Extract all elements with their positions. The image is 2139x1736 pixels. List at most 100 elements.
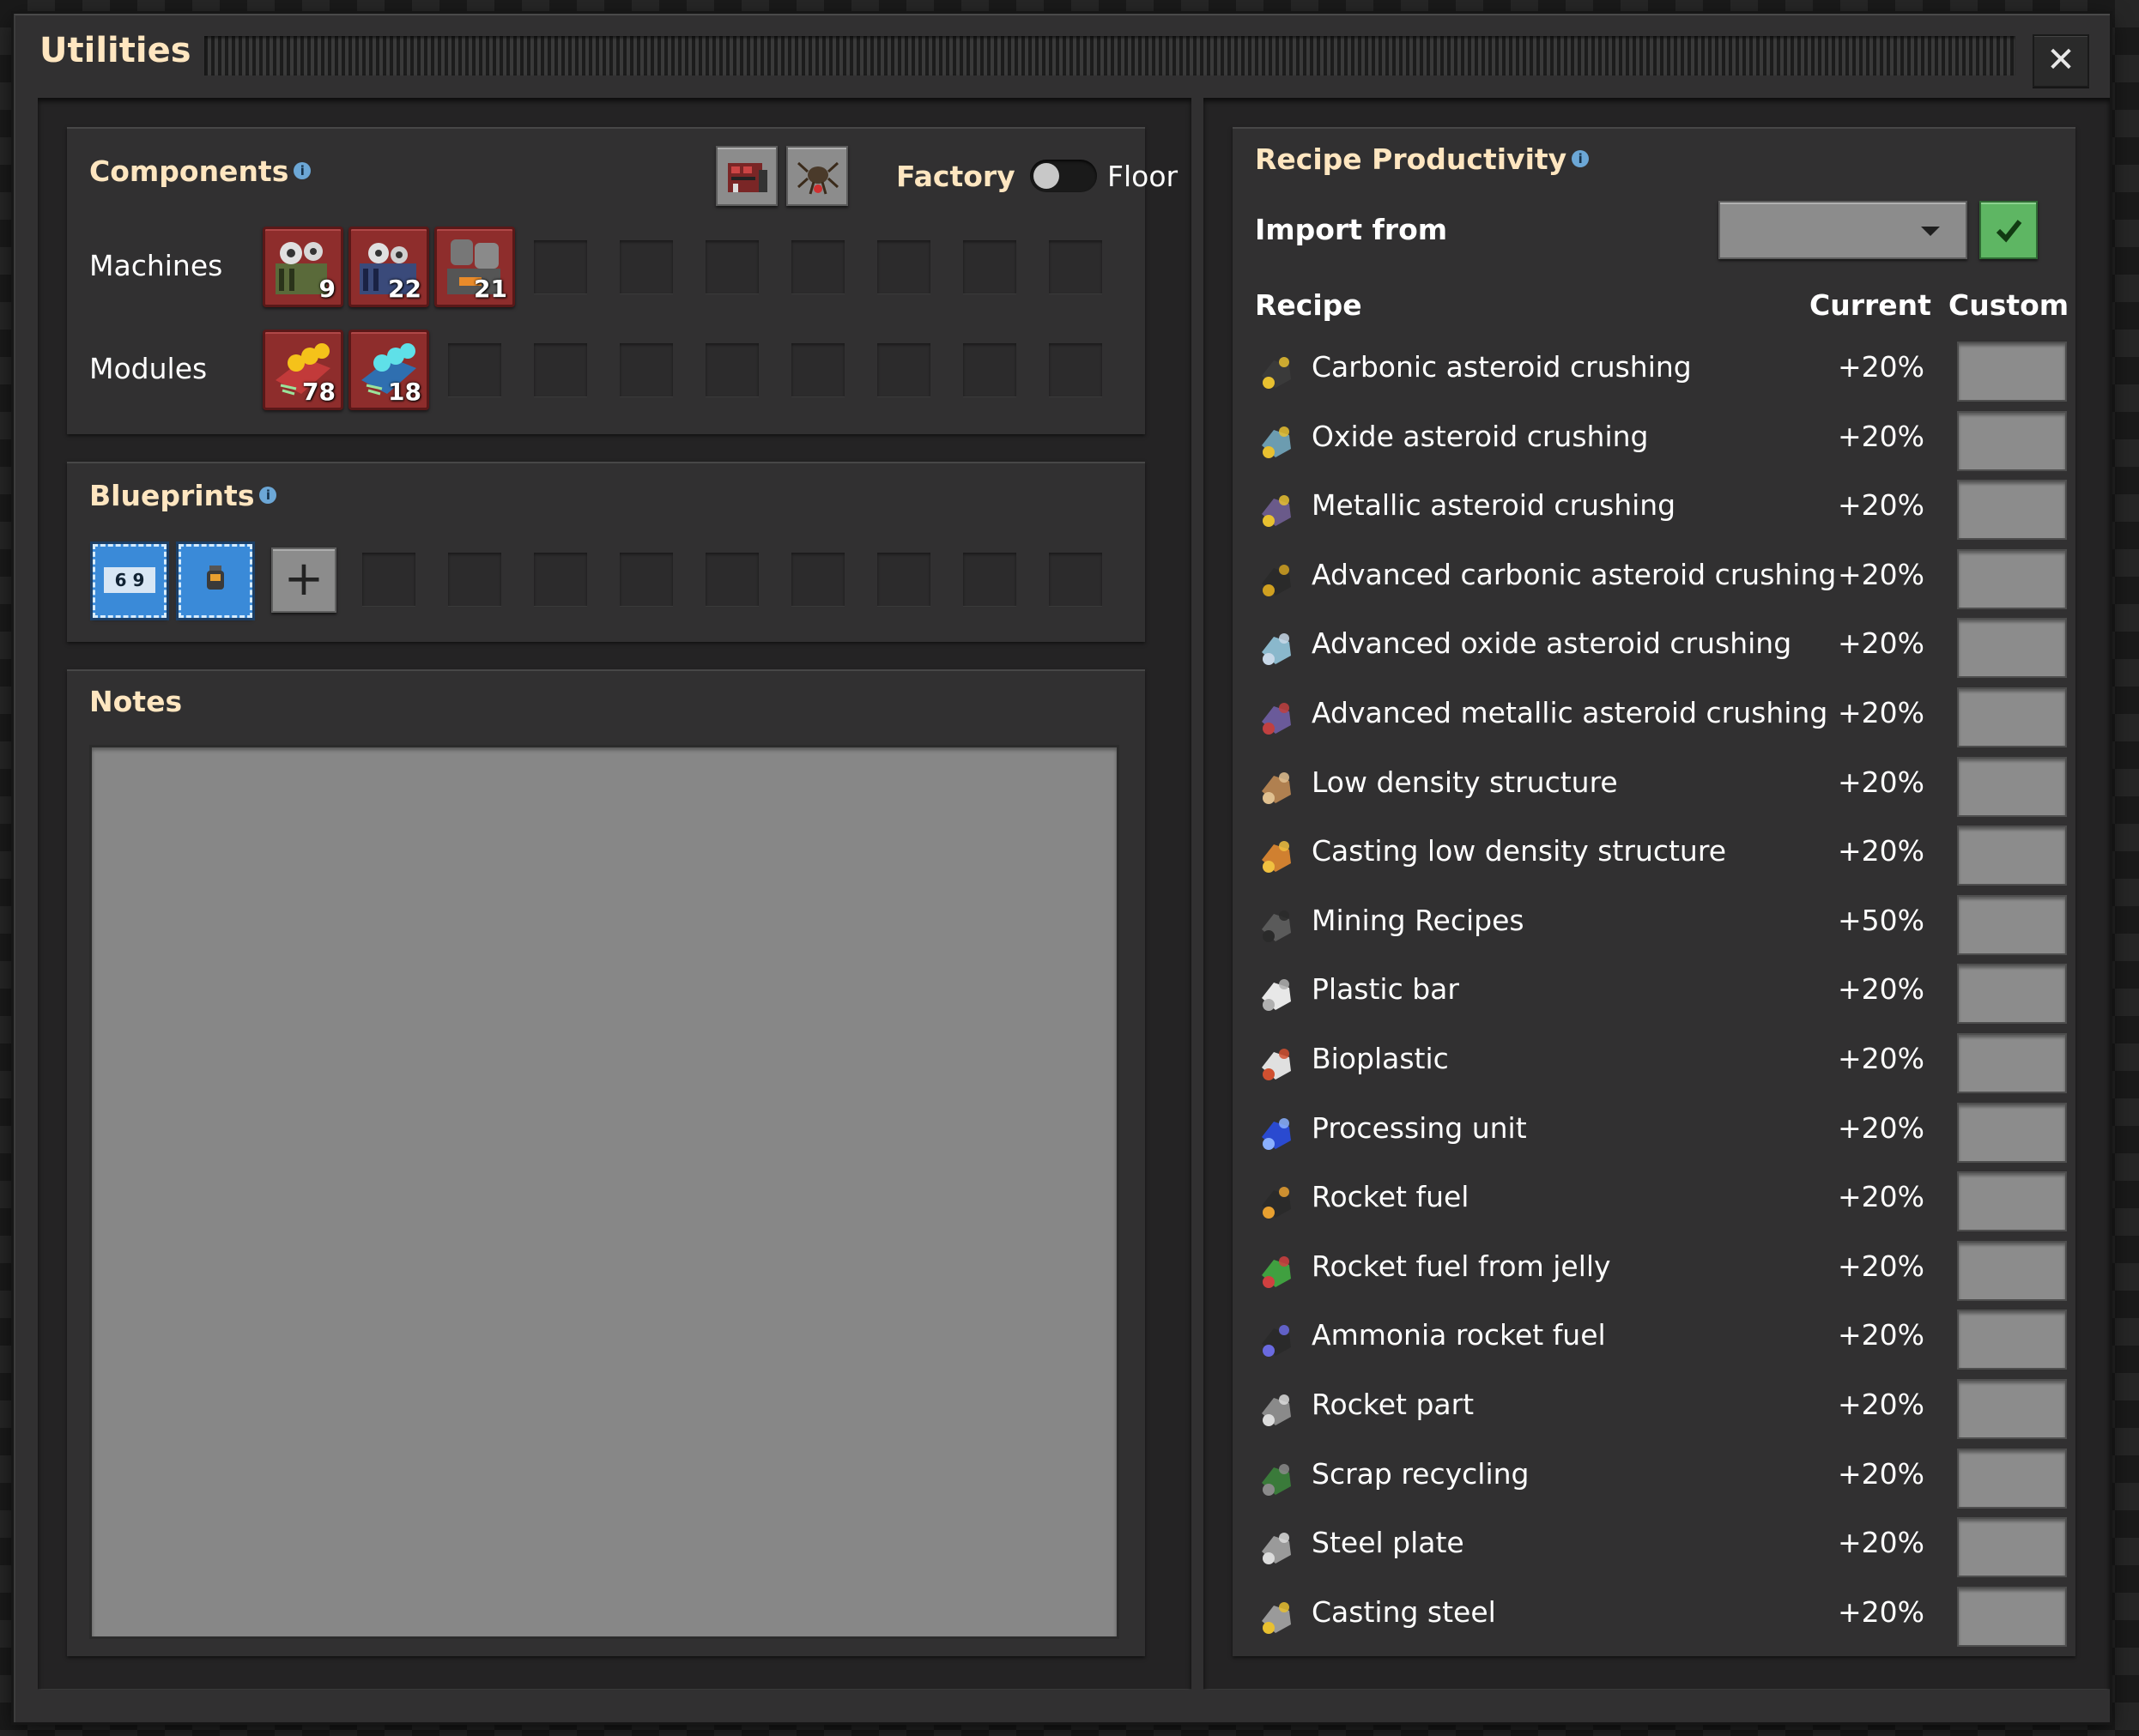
empty-slot[interactable] xyxy=(448,553,501,606)
empty-slot[interactable] xyxy=(963,240,1016,293)
metallic-asteroid-icon xyxy=(1262,495,1291,528)
custom-productivity-input[interactable] xyxy=(1957,410,2067,471)
factory-tool-button[interactable] xyxy=(716,146,778,206)
recipe-name: Advanced oxide asteroid crushing xyxy=(1312,626,1792,661)
empty-slot[interactable] xyxy=(791,553,845,606)
empty-slot[interactable] xyxy=(534,553,587,606)
info-icon[interactable]: i xyxy=(294,161,312,179)
current-productivity: +20% xyxy=(1838,1526,1924,1560)
current-productivity: +20% xyxy=(1838,1388,1924,1421)
recipe-row: Processing unit +20% xyxy=(1255,1098,2067,1166)
custom-productivity-input[interactable] xyxy=(1957,1102,2067,1163)
custom-productivity-input[interactable] xyxy=(1957,1448,2067,1509)
empty-slot[interactable] xyxy=(706,343,759,396)
empty-slot[interactable] xyxy=(620,240,673,293)
recipe-name: Ammonia rocket fuel xyxy=(1312,1318,1606,1352)
custom-productivity-input[interactable] xyxy=(1957,1240,2067,1301)
empty-slot[interactable] xyxy=(448,343,501,396)
empty-slot[interactable] xyxy=(534,343,587,396)
recipe-list: Carbonic asteroid crushing +20% Oxide aste… xyxy=(1255,336,2067,1649)
empty-slot[interactable] xyxy=(620,343,673,396)
recipe-name: Metallic asteroid crushing xyxy=(1312,488,1676,523)
custom-productivity-input[interactable] xyxy=(1957,1586,2067,1647)
module-slot-productivity[interactable]: 78 xyxy=(263,330,343,410)
carbonic-asteroid-icon xyxy=(1262,357,1291,389)
biter-icon xyxy=(797,161,839,195)
empty-slot[interactable] xyxy=(791,343,845,396)
add-blueprint-button[interactable]: + xyxy=(271,547,336,613)
close-button[interactable]: ✕ xyxy=(2033,34,2089,88)
recipe-productivity-title-text: Recipe Productivity xyxy=(1255,142,1567,176)
empty-slot[interactable] xyxy=(1049,553,1102,606)
recipe-row: Rocket fuel +20% xyxy=(1255,1166,2067,1235)
recipe-row: Steel plate +20% xyxy=(1255,1512,2067,1581)
components-title-text: Components xyxy=(89,154,289,188)
machine-slot-foundry[interactable]: 21 xyxy=(434,227,515,307)
recipe-name: Carbonic asteroid crushing xyxy=(1312,350,1692,384)
blueprints-title-text: Blueprints xyxy=(89,479,255,512)
info-icon[interactable]: i xyxy=(1572,149,1590,167)
custom-productivity-input[interactable] xyxy=(1957,1033,2067,1093)
empty-slot[interactable] xyxy=(620,553,673,606)
oxide-asteroid-icon xyxy=(1262,426,1291,458)
recipe-row: Plastic bar +20% xyxy=(1255,959,2067,1027)
drag-handle[interactable] xyxy=(204,36,2015,76)
blueprint-robot-icon xyxy=(207,566,224,590)
empty-slot[interactable] xyxy=(791,240,845,293)
factory-floor-switch[interactable] xyxy=(1030,160,1097,192)
custom-productivity-input[interactable] xyxy=(1957,342,2067,402)
notes-title: Notes xyxy=(89,685,183,718)
custom-productivity-input[interactable] xyxy=(1957,1379,2067,1439)
empty-slot[interactable] xyxy=(1049,343,1102,396)
empty-slot[interactable] xyxy=(963,343,1016,396)
empty-slot[interactable] xyxy=(877,553,930,606)
custom-column-header: Custom xyxy=(1948,288,2069,322)
custom-productivity-input[interactable] xyxy=(1957,826,2067,886)
empty-slot[interactable] xyxy=(362,553,415,606)
custom-productivity-input[interactable] xyxy=(1957,618,2067,679)
components-title: Components i xyxy=(89,154,312,188)
module-count: 78 xyxy=(302,378,336,406)
custom-productivity-input[interactable] xyxy=(1957,1310,2067,1370)
custom-productivity-input[interactable] xyxy=(1957,1171,2067,1232)
notes-textarea[interactable] xyxy=(89,745,1119,1639)
custom-productivity-input[interactable] xyxy=(1957,894,2067,955)
module-slot-speed[interactable]: 18 xyxy=(348,330,429,410)
custom-productivity-input[interactable] xyxy=(1957,1517,2067,1578)
blueprints-title: Blueprints i xyxy=(89,479,277,512)
empty-slot[interactable] xyxy=(877,240,930,293)
custom-productivity-input[interactable] xyxy=(1957,964,2067,1025)
machine-slot-electromagnetic[interactable]: 22 xyxy=(348,227,429,307)
empty-slot[interactable] xyxy=(706,553,759,606)
title-bar[interactable]: Utilities ✕ xyxy=(15,15,2110,98)
current-productivity: +20% xyxy=(1838,1456,1924,1491)
empty-slot[interactable] xyxy=(877,343,930,396)
current-productivity: +20% xyxy=(1838,696,1924,729)
custom-productivity-input[interactable] xyxy=(1957,756,2067,817)
current-productivity: +20% xyxy=(1838,1318,1924,1352)
machine-slot-assembler[interactable]: 9 xyxy=(263,227,343,307)
recipe-name: Processing unit xyxy=(1312,1110,1527,1145)
recipe-name: Scrap recycling xyxy=(1312,1456,1530,1491)
empty-slot[interactable] xyxy=(963,553,1016,606)
recipe-row: Oxide asteroid crushing +20% xyxy=(1255,406,2067,475)
custom-productivity-input[interactable] xyxy=(1957,480,2067,541)
module-count: 18 xyxy=(388,378,421,406)
empty-slot[interactable] xyxy=(534,240,587,293)
utilities-window: Utilities ✕ Components i Factory Floor M… xyxy=(14,14,2110,1722)
import-confirm-button[interactable] xyxy=(1979,201,2038,259)
biter-tool-button[interactable] xyxy=(786,146,848,206)
custom-productivity-input[interactable] xyxy=(1957,687,2067,747)
info-icon[interactable]: i xyxy=(259,486,277,504)
empty-slot[interactable] xyxy=(706,240,759,293)
blueprint-item[interactable]: 6 9 xyxy=(90,541,169,620)
blueprint-item[interactable] xyxy=(176,541,255,620)
recipe-name: Bioplastic xyxy=(1312,1042,1449,1075)
empty-slot[interactable] xyxy=(1049,240,1102,293)
import-from-dropdown[interactable] xyxy=(1718,201,1967,259)
recipe-name: Steel plate xyxy=(1312,1526,1464,1560)
current-productivity: +20% xyxy=(1838,350,1924,384)
custom-productivity-input[interactable] xyxy=(1957,548,2067,609)
rocket-fuel-icon xyxy=(1262,1187,1291,1219)
recipe-name: Rocket fuel from jelly xyxy=(1312,1249,1611,1283)
